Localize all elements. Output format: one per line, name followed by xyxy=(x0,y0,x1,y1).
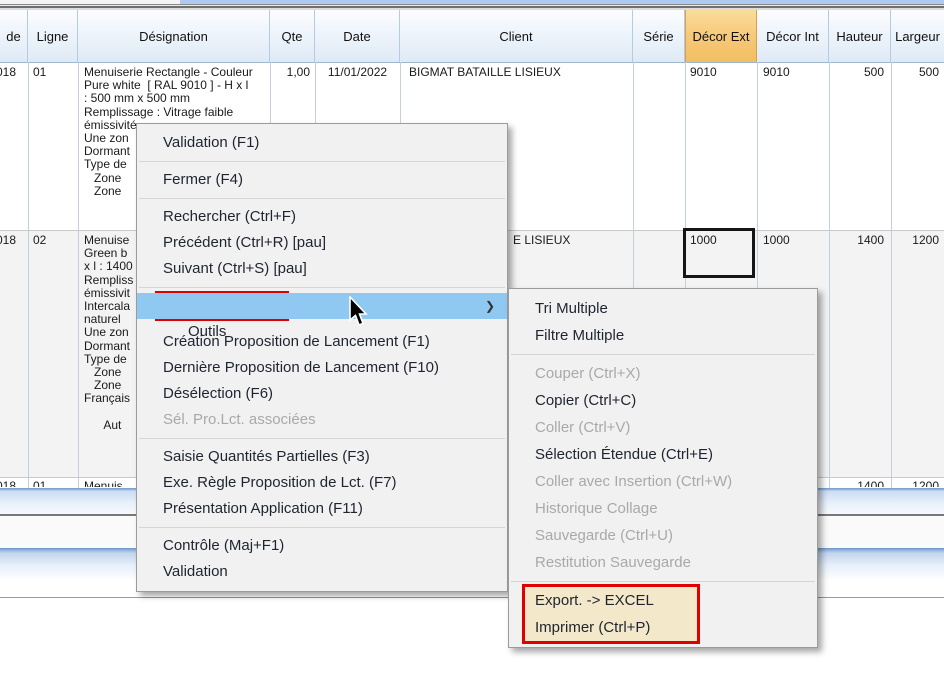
menu-item-suivant[interactable]: Suivant (Ctrl+S) [pau] xyxy=(137,256,507,282)
application-window: de Ligne Désignation Qte Date Client Sér… xyxy=(0,0,944,689)
column-header-largeur[interactable]: Largeur xyxy=(891,10,944,62)
column-header-label: Client xyxy=(499,29,532,44)
selected-cell-outline xyxy=(683,228,755,278)
submenu-item-coller: Coller (Ctrl+V) xyxy=(509,414,817,441)
menu-separator xyxy=(139,527,505,528)
column-header-code[interactable]: de xyxy=(0,10,28,62)
outils-submenu: Tri Multiple Filtre Multiple Couper (Ctr… xyxy=(508,288,818,648)
column-header-label: Largeur xyxy=(895,29,940,44)
column-header-designation[interactable]: Désignation xyxy=(78,10,270,62)
column-header-decor-int[interactable]: Décor Int xyxy=(757,10,829,62)
cell-decor-int[interactable]: 1000 xyxy=(763,234,790,247)
menu-item-creation-proposition[interactable]: Création Proposition de Lancement (F1) xyxy=(137,329,507,355)
menu-item-precedent[interactable]: Précédent (Ctrl+R) [pau] xyxy=(137,230,507,256)
cell-largeur[interactable]: 1200 xyxy=(891,234,939,247)
column-header-date[interactable]: Date xyxy=(315,10,400,62)
grid-line xyxy=(829,62,830,488)
menu-separator xyxy=(139,161,505,162)
cell-client[interactable]: BIGMAT BATAILLE LISIEUX xyxy=(409,66,561,79)
column-header-label: Décor Ext xyxy=(692,29,749,44)
context-menu: Validation (F1) Fermer (F4) Rechercher (… xyxy=(136,123,508,592)
menu-item-presentation-application[interactable]: Présentation Application (F11) xyxy=(137,496,507,522)
cell-ligne[interactable]: 02 xyxy=(33,234,46,247)
cell-decor-int[interactable]: 9010 xyxy=(763,66,790,79)
cell-date[interactable]: 11/01/2022 xyxy=(315,66,400,79)
cell-hauteur[interactable]: 500 xyxy=(829,66,884,79)
cell-designation: Menuis xyxy=(84,480,123,487)
submenu-item-historique-collage: Historique Collage xyxy=(509,495,817,522)
mouse-cursor-icon xyxy=(348,296,370,333)
cell-largeur[interactable]: 500 xyxy=(891,66,939,79)
cell-hauteur: 1400 xyxy=(829,480,884,487)
menu-item-exe-regle[interactable]: Exe. Règle Proposition de Lct. (F7) xyxy=(137,470,507,496)
cell-hauteur[interactable]: 1400 xyxy=(829,234,884,247)
menu-item-controle[interactable]: Contrôle (Maj+F1) xyxy=(137,533,507,559)
menu-item-rechercher[interactable]: Rechercher (Ctrl+F) xyxy=(137,204,507,230)
cell-decor-ext[interactable]: 9010 xyxy=(690,66,717,79)
submenu-arrow-icon: ❯ xyxy=(485,293,495,319)
menu-item-sel-prolct-associees: Sél. Pro.Lct. associées xyxy=(137,407,507,433)
cell-largeur: 1200 xyxy=(891,480,939,487)
menu-item-fermer[interactable]: Fermer (F4) xyxy=(137,167,507,193)
grid-line xyxy=(78,62,79,488)
menu-item-outils[interactable]: Outils ❯ xyxy=(137,293,507,319)
column-header-qte[interactable]: Qte xyxy=(270,10,315,62)
submenu-item-tri-multiple[interactable]: Tri Multiple xyxy=(509,295,817,322)
menu-separator xyxy=(511,581,815,582)
menu-separator xyxy=(511,354,815,355)
cell-ligne[interactable]: 01 xyxy=(33,66,46,79)
column-header-label: Décor Int xyxy=(766,29,819,44)
submenu-item-imprimer[interactable]: Imprimer (Ctrl+P) xyxy=(509,614,817,641)
cell-designation[interactable]: Menuise Green b x l : 1400 Rempliss émis… xyxy=(84,234,133,432)
menu-separator xyxy=(139,198,505,199)
cell-qte[interactable]: 1,00 xyxy=(270,66,310,79)
cell-code[interactable]: 018 xyxy=(0,66,16,79)
cell-ligne: 01 xyxy=(33,480,46,487)
menu-item-derniere-proposition[interactable]: Dernière Proposition de Lancement (F10) xyxy=(137,355,507,381)
submenu-item-coller-avec-insertion: Coller avec Insertion (Ctrl+W) xyxy=(509,468,817,495)
grid-line xyxy=(28,62,29,488)
menu-item-saisie-quantites[interactable]: Saisie Quantités Partielles (F3) xyxy=(137,444,507,470)
column-header-label: Ligne xyxy=(37,29,69,44)
column-header-label: Série xyxy=(643,29,673,44)
grid-line xyxy=(891,62,892,488)
submenu-item-restitution-sauvegarde: Restitution Sauvegarde xyxy=(509,549,817,576)
submenu-item-selection-etendue[interactable]: Sélection Étendue (Ctrl+E) xyxy=(509,441,817,468)
submenu-item-filtre-multiple[interactable]: Filtre Multiple xyxy=(509,322,817,349)
column-header-label: de xyxy=(6,29,20,44)
cell-code[interactable]: 018 xyxy=(0,234,16,247)
menu-separator xyxy=(139,287,505,288)
column-header-label: Désignation xyxy=(139,29,208,44)
submenu-item-sauvegarde: Sauvegarde (Ctrl+U) xyxy=(509,522,817,549)
submenu-item-copier[interactable]: Copier (Ctrl+C) xyxy=(509,387,817,414)
menu-item-validation[interactable]: Validation xyxy=(137,559,507,585)
column-header-label: Qte xyxy=(282,29,303,44)
column-header-decor-ext[interactable]: Décor Ext xyxy=(685,10,757,62)
submenu-item-couper: Couper (Ctrl+X) xyxy=(509,360,817,387)
submenu-item-export-excel[interactable]: Export. -> EXCEL xyxy=(509,587,817,614)
menu-item-deselection[interactable]: Désélection (F6) xyxy=(137,381,507,407)
menu-item-validation-f1[interactable]: Validation (F1) xyxy=(137,130,507,156)
column-header-hauteur[interactable]: Hauteur xyxy=(829,10,891,62)
column-header-label: Hauteur xyxy=(836,29,882,44)
column-header-ligne[interactable]: Ligne xyxy=(28,10,78,62)
column-header-label: Date xyxy=(343,29,370,44)
cell-code: 018 xyxy=(0,480,16,487)
column-header-serie[interactable]: Série xyxy=(633,10,685,62)
menu-separator xyxy=(139,438,505,439)
column-header-client[interactable]: Client xyxy=(400,10,633,62)
cell-client[interactable]: E LISIEUX xyxy=(513,234,570,247)
